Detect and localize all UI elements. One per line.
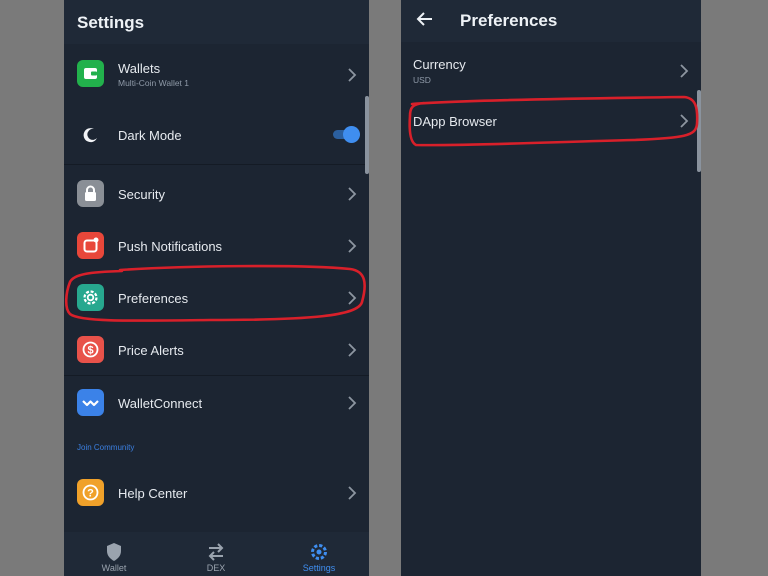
chevron-right-icon (680, 64, 689, 78)
settings-item-label: Help Center (118, 486, 188, 501)
section-divider (64, 164, 369, 165)
nav-wallet[interactable]: Wallet (74, 532, 154, 576)
settings-item-label: Dark Mode (118, 128, 182, 143)
settings-item-wallets[interactable]: Wallets Multi-Coin Wallet 1 (64, 48, 369, 102)
preferences-item-dapp-browser[interactable]: DApp Browser (401, 100, 701, 144)
nav-label: DEX (206, 563, 226, 573)
settings-item-security[interactable]: Security (64, 168, 369, 218)
page-title: Preferences (460, 11, 558, 30)
settings-item-label: Wallets (118, 61, 161, 76)
scrollbar[interactable] (697, 90, 701, 172)
lock-icon (77, 180, 104, 207)
swap-arrows-icon (208, 543, 224, 561)
settings-item-walletconnect[interactable]: WalletConnect (64, 377, 369, 427)
chevron-right-icon (348, 396, 357, 410)
settings-item-label: Preferences (118, 291, 189, 306)
settings-item-label: Push Notifications (118, 239, 223, 254)
settings-item-label: Security (118, 187, 165, 202)
wallet-icon (77, 60, 104, 87)
settings-item-sublabel: Multi-Coin Wallet 1 (118, 78, 190, 88)
preferences-item-currency[interactable]: Currency USD (401, 46, 701, 96)
nav-settings[interactable]: Settings (279, 532, 359, 576)
dark-mode-toggle[interactable] (333, 125, 360, 144)
settings-item-push-notifications[interactable]: Push Notifications (64, 220, 369, 270)
bottom-nav: Wallet DEX Settings (64, 532, 369, 576)
settings-item-price-alerts[interactable]: $ Price Alerts (64, 324, 369, 374)
settings-item-label: Price Alerts (118, 343, 184, 358)
svg-text:?: ? (87, 488, 94, 500)
notification-icon (77, 232, 104, 259)
preferences-item-label: DApp Browser (413, 114, 497, 129)
preferences-item-label: Currency (413, 57, 466, 72)
dollar-icon: $ (77, 336, 104, 363)
question-icon: ? (77, 479, 104, 506)
preferences-item-sublabel: USD (413, 75, 431, 85)
nav-label: Settings (302, 563, 336, 573)
moon-icon (77, 121, 104, 148)
gear-icon (77, 284, 104, 311)
gear-icon (311, 544, 327, 560)
chevron-right-icon (348, 187, 357, 201)
settings-item-dark-mode[interactable]: Dark Mode (64, 108, 369, 160)
chevron-right-icon (680, 114, 689, 128)
svg-text:$: $ (87, 345, 93, 357)
shield-icon (107, 543, 121, 561)
section-label-community: Join Community (77, 443, 135, 452)
preferences-header: Preferences (401, 0, 701, 42)
settings-header: Settings (64, 0, 369, 44)
page-title: Settings (77, 13, 145, 32)
settings-screen: Settings Wallets Multi-Coin Wallet 1 Dar… (64, 0, 369, 576)
toggle-knob (343, 126, 360, 143)
chevron-right-icon (348, 239, 357, 253)
chevron-right-icon (348, 343, 357, 357)
nav-label: Wallet (101, 563, 127, 573)
chevron-right-icon (348, 486, 357, 500)
section-divider (64, 375, 369, 376)
settings-item-label: WalletConnect (118, 396, 203, 411)
settings-item-preferences[interactable]: Preferences (64, 272, 369, 322)
chevron-right-icon (348, 291, 357, 305)
chevron-right-icon (348, 68, 357, 82)
nav-dex[interactable]: DEX (176, 532, 256, 576)
scrollbar[interactable] (365, 96, 369, 174)
walletconnect-icon (77, 389, 104, 416)
back-arrow-icon[interactable] (415, 9, 435, 29)
preferences-screen: Preferences Currency USD DApp Browser (401, 0, 701, 576)
settings-item-help-center[interactable]: ? Help Center (64, 466, 369, 520)
